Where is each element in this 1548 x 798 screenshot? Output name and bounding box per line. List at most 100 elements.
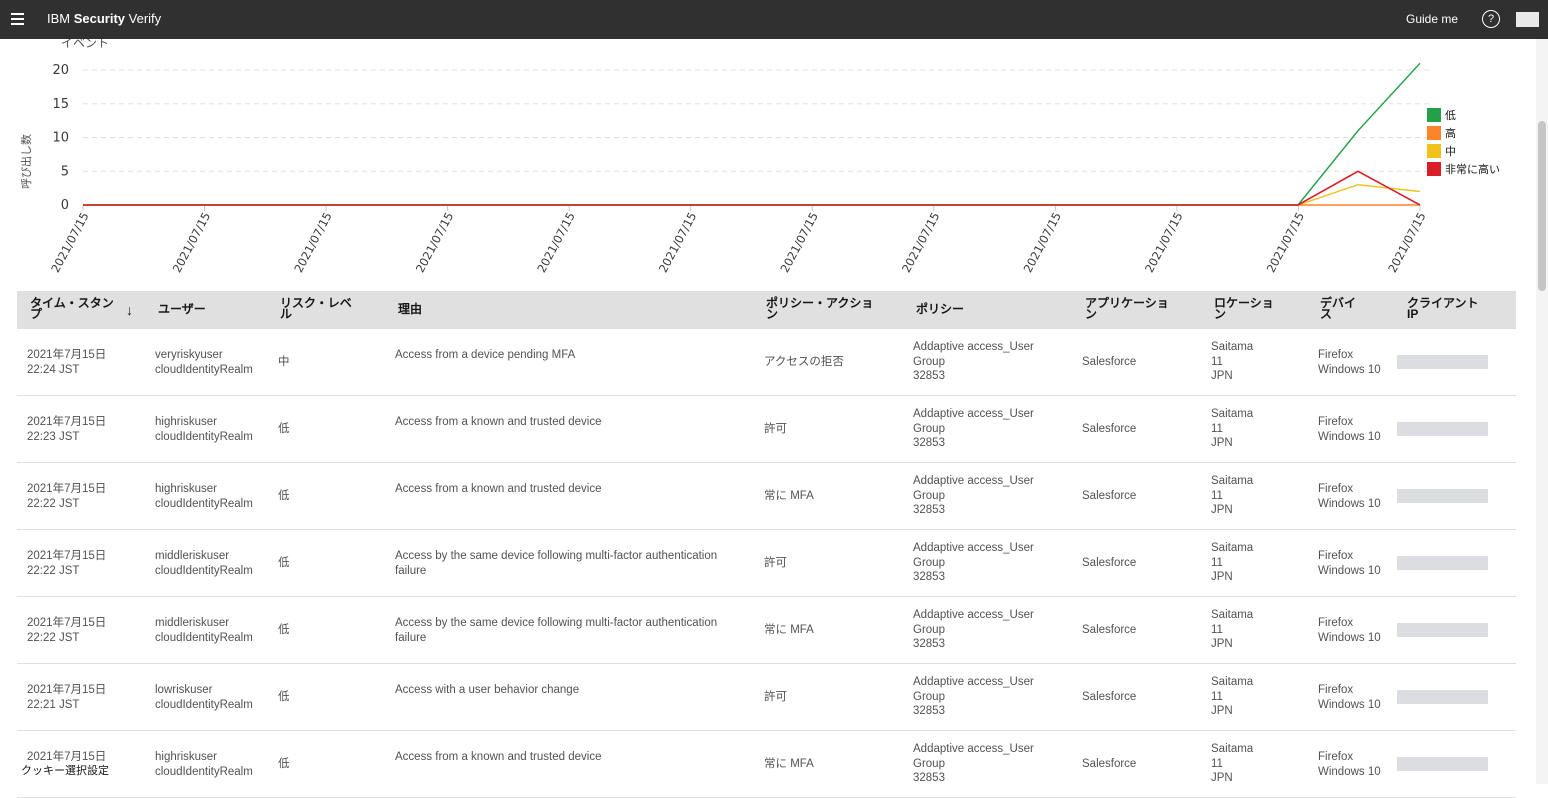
page-scrollbar[interactable] [1536, 39, 1548, 784]
cell-risk-level: 低 [278, 757, 290, 772]
cell-policy-id-text: 32853 [913, 772, 945, 784]
cell-location-country-text: JPN [1211, 504, 1233, 516]
cell-risk-level: 低 [278, 422, 290, 437]
cell-risk-level: 低 [278, 690, 290, 705]
brand-bold: Security [73, 11, 126, 26]
header-user[interactable]: ユーザー [158, 303, 206, 315]
cell-location-code-text: 11 [1211, 757, 1223, 770]
cell-application: Salesforce [1082, 556, 1136, 571]
cell-policy-text: Addaptive access_User [913, 676, 1034, 688]
cell-date: 2021年7月15日 22:24 JST [27, 348, 106, 377]
header-reason[interactable]: 理由 [398, 303, 422, 315]
legend-swatch [1427, 108, 1441, 122]
cell-location-code-text: 11 [1211, 422, 1223, 435]
cell-reason: Access from a known and trusted device [395, 482, 601, 497]
guide-me-link[interactable]: Guide me [1406, 12, 1458, 26]
cell-risk-level-text: 低 [278, 557, 290, 569]
cell-policy-action: 許可 [764, 556, 787, 571]
cell-reason: Access from a known and trusted device [395, 750, 601, 765]
cell-location-city: Saitama 11 JPN [1211, 742, 1253, 786]
header-application[interactable]: アプリケーショ ン [1085, 297, 1169, 321]
header-policy[interactable]: ポリシー [916, 303, 964, 315]
header-risk-level[interactable]: リスク・レベ ル [280, 297, 352, 321]
cell-policy: Addaptive access_User Group 32853 [913, 675, 1034, 719]
legend-item[interactable]: 非常に高い [1427, 160, 1500, 178]
legend-item[interactable]: 低 [1427, 106, 1500, 124]
y-tick-label: 10 [52, 131, 69, 146]
x-tick-label: 2021/07/15 [413, 210, 456, 275]
cell-policy-action: 常に MFA [764, 623, 814, 638]
table-row[interactable]: 2021年7月15日 22:22 JST highriskuser cloudIden… [17, 463, 1516, 530]
table-row[interactable]: 2021年7月15日 22:24 JST veryriskyuser cloudIde… [17, 329, 1516, 396]
table-row[interactable]: 2021年7月15日 highriskuser cloudIdentityRealm… [17, 731, 1516, 798]
cell-browser-text: Firefox [1318, 416, 1354, 428]
legend-label: 低 [1445, 109, 1456, 122]
cell-policy-text: Addaptive access_User [913, 743, 1034, 755]
cell-policy-text: Addaptive access_User [913, 475, 1034, 487]
cell-policy-group-text: Group [913, 556, 945, 569]
cell-realm-text: cloudIdentityRealm [155, 631, 253, 644]
x-tick-label: 2021/07/15 [777, 210, 820, 275]
cell-reason-cont-text: failure [395, 564, 427, 577]
client-ip-redacted [1397, 355, 1488, 369]
product-brand[interactable]: IBM Security Verify [47, 11, 161, 26]
cell-location-city: Saitama 11 JPN [1211, 541, 1253, 585]
legend-item[interactable]: 中 [1427, 142, 1500, 160]
cell-application: Salesforce [1082, 422, 1136, 437]
client-ip-redacted [1397, 422, 1488, 436]
cell-policy-action-text: アクセスの拒否 [764, 356, 844, 368]
cell-reason-text: Access by the same device following mult… [395, 550, 718, 562]
header-device[interactable]: デバイ ス [1320, 297, 1356, 320]
cell-realm-text: cloudIdentityRealm [155, 564, 253, 577]
header-location[interactable]: ロケーショ ン [1214, 297, 1274, 320]
cell-policy: Addaptive access_User Group 32853 [913, 474, 1034, 518]
cell-browser-text: Firefox [1318, 617, 1354, 629]
legend-swatch [1427, 144, 1441, 158]
header-policy-action[interactable]: ポリシー・アクショ ン [766, 297, 873, 320]
cell-date-text: 2021年7月15日 [27, 550, 107, 562]
cell-date-text: 2021年7月15日 [27, 684, 107, 696]
help-icon[interactable]: ? [1482, 10, 1500, 28]
sort-descending-icon[interactable]: ↓ [126, 302, 133, 318]
y-tick-label: 5 [61, 164, 69, 179]
cell-os-text: Windows 10 [1318, 698, 1381, 711]
cell-application-text: Salesforce [1082, 557, 1137, 569]
cell-policy-group-text: Group [913, 355, 945, 368]
table-row[interactable]: 2021年7月15日 22:23 JST highriskuser cloudIden… [17, 396, 1516, 463]
cell-location-city-text: Saitama [1211, 609, 1254, 621]
client-ip-redacted [1397, 690, 1488, 704]
cell-reason-text: Access with a user behavior change [395, 684, 580, 696]
cell-location-country-text: JPN [1211, 705, 1233, 717]
y-tick-label: 20 [52, 63, 69, 78]
table-row[interactable]: 2021年7月15日 22:22 JST middleriskuser cloudId… [17, 597, 1516, 664]
scrollbar-thumb[interactable] [1538, 121, 1546, 291]
cell-risk-level: 低 [278, 623, 290, 638]
cell-browser-text: Firefox [1318, 684, 1354, 696]
cell-risk-level-text: 低 [278, 624, 290, 636]
header-risk-line2: ル [280, 307, 293, 321]
client-ip-redacted [1397, 489, 1488, 503]
cell-reason: Access by the same device following mult… [395, 616, 717, 645]
table-row[interactable]: 2021年7月15日 22:22 JST middleriskuser cloudId… [17, 530, 1516, 597]
cell-policy-id-text: 32853 [913, 504, 945, 516]
hamburger-menu-icon[interactable] [11, 13, 24, 25]
cell-risk-level: 低 [278, 556, 290, 571]
cell-reason-cont-text: failure [395, 631, 427, 644]
cell-policy-action-text: 常に MFA [764, 758, 814, 770]
header-timestamp[interactable]: タイム・スタン プ [30, 297, 114, 320]
user-avatar[interactable] [1516, 12, 1539, 27]
cell-user: veryriskyuser cloudIdentityRealm [155, 348, 253, 377]
legend-item[interactable]: 高 [1427, 124, 1500, 142]
cell-location-code-text: 11 [1211, 623, 1223, 636]
cell-browser: Firefox Windows 10 [1318, 348, 1381, 377]
cell-date-text: 2021年7月15日 [27, 483, 107, 495]
header-client-ip[interactable]: クライアント IP [1407, 297, 1479, 320]
header-app-line2: ン [1085, 307, 1098, 321]
y-axis-label: 呼び出し数 [19, 134, 33, 189]
table-row[interactable]: 2021年7月15日 22:21 JST lowriskuser cloudIdent… [17, 664, 1516, 731]
cell-application: Salesforce [1082, 757, 1136, 772]
cookie-settings-link[interactable]: クッキー選択設定 [21, 762, 113, 778]
cell-location-city-text: Saitama [1211, 743, 1254, 755]
cell-reason-text: Access from a device pending MFA [395, 349, 576, 361]
cell-risk-level-text: 低 [278, 758, 290, 770]
